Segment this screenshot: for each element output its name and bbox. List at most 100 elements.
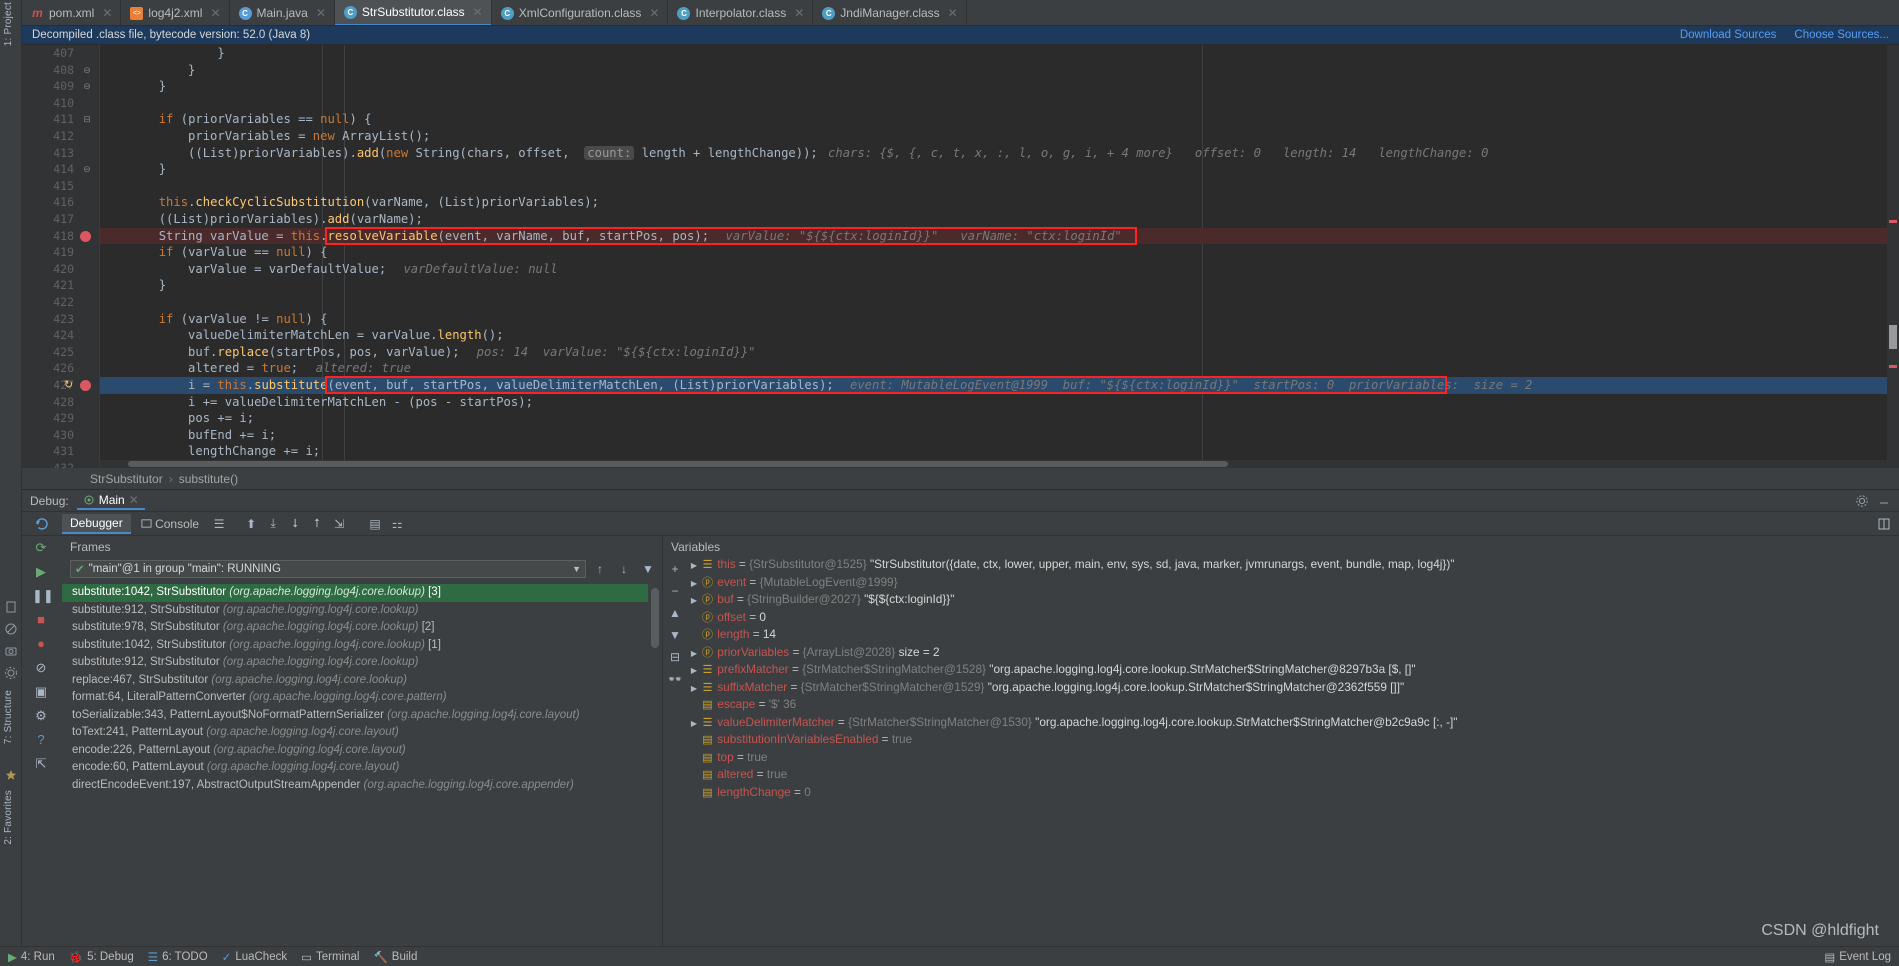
editor-tab-interpolator-class[interactable]: C Interpolator.class ✕ <box>668 0 814 25</box>
view-breakpoints-icon[interactable]: ● <box>32 636 50 654</box>
settings-gear-icon[interactable] <box>4 666 18 680</box>
code-line[interactable]: ((List)priorVariables).add(varName); <box>100 211 423 228</box>
code-fold-toggle[interactable]: ⊟ <box>82 111 92 128</box>
frames-scrollbar[interactable] <box>648 584 662 946</box>
tab-debugger[interactable]: Debugger <box>62 513 131 534</box>
close-icon[interactable]: ✕ <box>948 6 958 20</box>
editor-horizontal-scrollbar[interactable] <box>100 460 1887 468</box>
code-line[interactable]: ((List)priorVariables).add(new String(ch… <box>100 145 818 162</box>
code-line[interactable]: } <box>100 45 224 62</box>
layout-settings-icon[interactable]: ☰ <box>209 514 229 534</box>
chevron-down-icon[interactable]: ▼ <box>572 564 581 574</box>
editor-tab-main-java[interactable]: C Main.java ✕ <box>229 0 335 25</box>
close-icon[interactable]: ✕ <box>649 6 659 20</box>
variable-row[interactable]: ▶ ⓟ priorVariables = {ArrayList@2028} siz… <box>687 644 1899 662</box>
evaluate-expression-icon[interactable]: ▤ <box>365 514 385 534</box>
editor-tab-strsubstitutor-class[interactable]: C StrSubstitutor.class ✕ <box>334 0 492 25</box>
editor-tab-xmlconfiguration-class[interactable]: C XmlConfiguration.class ✕ <box>491 0 669 25</box>
code-line[interactable]: } <box>100 277 166 294</box>
code-line[interactable]: valueDelimiterMatchLen = varValue.length… <box>100 327 504 344</box>
status-terminal[interactable]: ▭ Terminal <box>301 950 359 964</box>
error-stripe[interactable] <box>1887 45 1899 468</box>
status-luacheck[interactable]: ✓ LuaCheck <box>222 950 287 964</box>
expand-arrow-icon[interactable]: ▶ <box>687 575 701 593</box>
close-icon[interactable]: ✕ <box>794 6 804 20</box>
bookmark-icon[interactable] <box>4 600 18 614</box>
code-line[interactable]: varValue = varDefaultValue; <box>100 261 386 278</box>
code-fold-toggle[interactable]: ⊖ <box>82 78 92 95</box>
code-line[interactable]: priorVariables = new ArrayList(); <box>100 128 430 145</box>
frame-row[interactable]: substitute:1042, StrSubstitutor (org.apa… <box>62 637 648 655</box>
breadcrumb-class[interactable]: StrSubstitutor <box>90 472 163 486</box>
variable-row[interactable]: ▶ ☰ valueDelimiterMatcher = {StrMatcher$S… <box>687 714 1899 732</box>
variable-row[interactable]: ▤ top = true <box>687 749 1899 767</box>
frame-row[interactable]: substitute:912, StrSubstitutor (org.apac… <box>62 602 648 620</box>
minimize-icon[interactable] <box>1877 494 1891 508</box>
run-to-cursor-icon[interactable]: ⇲ <box>329 514 349 534</box>
debug-session-tab-main[interactable]: Main ✕ <box>76 492 145 510</box>
variable-row[interactable]: ⓟ length = 14 <box>687 626 1899 644</box>
variables-list[interactable]: ▶ ☰ this = {StrSubstitutor@1525} "StrSubs… <box>687 556 1899 946</box>
expand-arrow-icon[interactable]: ▶ <box>687 645 701 663</box>
code-line[interactable]: bufEnd += i; <box>100 427 276 444</box>
variable-row[interactable]: ▤ lengthChange = 0 <box>687 784 1899 802</box>
remove-watch-icon[interactable]: − <box>663 580 687 602</box>
code-line[interactable]: if (varValue != null) { <box>100 311 328 328</box>
frame-row[interactable]: encode:60, PatternLayout (org.apache.log… <box>62 759 648 777</box>
frame-row[interactable]: substitute:912, StrSubstitutor (org.apac… <box>62 654 648 672</box>
expand-arrow-icon[interactable]: ▶ <box>687 557 701 575</box>
code-fold-toggle[interactable]: ⊖ <box>82 161 92 178</box>
pause-program-icon[interactable]: ❚❚ <box>32 588 54 606</box>
code-fold-toggle[interactable]: ⊖ <box>82 62 92 79</box>
frame-row[interactable]: format:64, LiteralPatternConverter (org.… <box>62 689 648 707</box>
no-entry-icon[interactable] <box>4 622 18 636</box>
expand-arrow-icon[interactable]: ▶ <box>687 715 701 733</box>
move-up-icon[interactable]: ▲ <box>663 602 687 624</box>
code-line[interactable]: pos += i; <box>100 410 254 427</box>
stripe-mark-breakpoint[interactable] <box>1889 220 1897 223</box>
code-line[interactable]: i += valueDelimiterMatchLen - (pos - sta… <box>100 394 533 411</box>
code-line[interactable]: if (priorVariables == null) { <box>100 111 372 128</box>
watches-toggle-icon[interactable]: 👓 <box>663 668 687 690</box>
status-event-log[interactable]: ▤ Event Log <box>1824 950 1891 964</box>
code-line[interactable]: lengthChange += i; <box>100 443 320 460</box>
code-editor[interactable]: 407 408 ⊖ 409 ⊖ 410 411 ⊟ 412 413 414 ⊖ 415 416 417 418… <box>22 45 1899 468</box>
close-icon[interactable]: ✕ <box>473 5 483 19</box>
move-down-icon[interactable]: ▼ <box>663 624 687 646</box>
frame-list[interactable]: substitute:1042, StrSubstitutor (org.apa… <box>62 584 648 946</box>
editor-tab-log4j2-xml[interactable]: <> log4j2.xml ✕ <box>121 0 230 25</box>
settings-gear-icon[interactable] <box>1855 494 1869 508</box>
restore-layout-icon[interactable] <box>34 516 50 532</box>
frame-row[interactable]: encode:226, PatternLayout (org.apache.lo… <box>62 742 648 760</box>
stripe-thumb[interactable] <box>1889 325 1897 349</box>
frames-up-icon[interactable]: ↑ <box>590 559 610 579</box>
help-icon[interactable]: ? <box>32 732 50 750</box>
close-icon[interactable]: ✕ <box>210 6 220 20</box>
rerun-icon[interactable]: ⟳ <box>32 540 50 558</box>
camera-icon[interactable]: ▣ <box>32 684 50 702</box>
close-icon[interactable]: ✕ <box>102 6 112 20</box>
expand-arrow-icon[interactable]: ▶ <box>687 662 701 680</box>
variable-row[interactable]: ▶ ⓟ buf = {StringBuilder@2027} "${${ctx:l… <box>687 591 1899 609</box>
expand-arrow-icon[interactable]: ▶ <box>687 680 701 698</box>
add-watch-icon[interactable]: + <box>663 558 687 580</box>
mute-breakpoints-icon[interactable]: ⊘ <box>32 660 50 678</box>
variable-row[interactable]: ⓟ offset = 0 <box>687 609 1899 627</box>
editor-tab-pom-xml[interactable]: m pom.xml ✕ <box>22 0 122 25</box>
force-step-into-icon[interactable]: ⭡ <box>307 514 327 534</box>
variable-row[interactable]: ▤ escape = '$' 36 <box>687 696 1899 714</box>
variable-row[interactable]: ▶ ☰ suffixMatcher = {StrMatcher$StringMat… <box>687 679 1899 697</box>
code-line[interactable]: if (varValue == null) { <box>100 244 328 261</box>
step-out-icon[interactable]: ⬆ <box>241 514 261 534</box>
status-debug[interactable]: 🐞 5: Debug <box>69 950 134 964</box>
status-todo[interactable]: ☰ 6: TODO <box>148 950 208 964</box>
settings-icon[interactable]: ⚙ <box>32 708 50 726</box>
filter-frames-icon[interactable]: ▼ <box>638 559 658 579</box>
breakpoint-marker-icon[interactable] <box>80 230 91 242</box>
code-line[interactable]: altered = true; <box>100 360 298 377</box>
variable-row[interactable]: ▤ substitutionInVariablesEnabled = true <box>687 731 1899 749</box>
settings-filter-icon[interactable]: ⚏ <box>387 514 407 534</box>
code-line[interactable]: } <box>100 62 195 79</box>
code-lines[interactable]: } } } if (priorVariables == null) { prio… <box>100 45 1899 468</box>
frame-row[interactable]: substitute:978, StrSubstitutor (org.apac… <box>62 619 648 637</box>
